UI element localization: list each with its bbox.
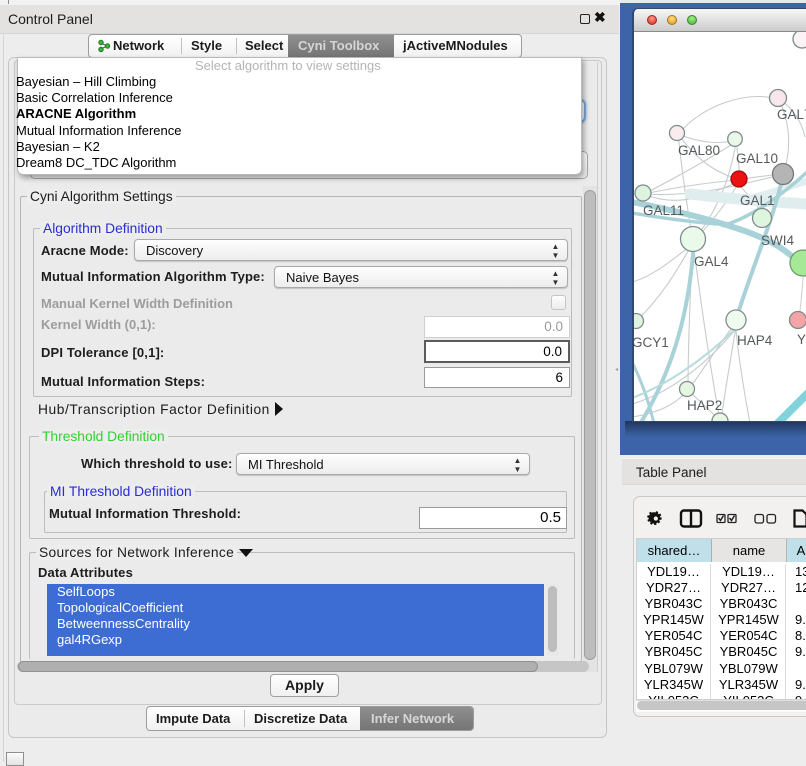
svg-text:GAL80: GAL80 <box>678 143 720 158</box>
svg-text:GAL4: GAL4 <box>694 254 729 269</box>
svg-text:GAL7: GAL7 <box>777 107 806 122</box>
svg-text:HAP4: HAP4 <box>737 333 773 348</box>
svg-text:GAL1: GAL1 <box>740 193 775 208</box>
svg-text:GAL11: GAL11 <box>643 203 684 218</box>
svg-text:GAL10: GAL10 <box>736 151 778 166</box>
svg-text:HAP2: HAP2 <box>687 398 722 413</box>
svg-text:Y: Y <box>797 332 806 347</box>
svg-text:SWI4: SWI4 <box>761 233 794 248</box>
svg-text:GCY1: GCY1 <box>634 335 669 350</box>
